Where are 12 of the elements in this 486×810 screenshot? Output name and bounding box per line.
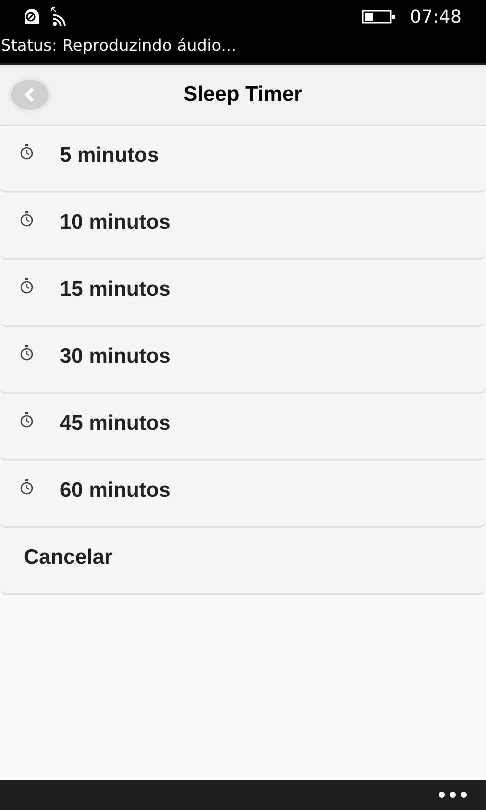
battery-icon xyxy=(362,10,396,24)
stopwatch-icon xyxy=(20,344,34,360)
status-text: Status: Reproduzindo áudio... xyxy=(0,35,238,57)
clock-time: 07:48 xyxy=(410,6,462,28)
stopwatch-icon xyxy=(20,144,34,160)
more-icon[interactable] xyxy=(438,791,468,799)
stopwatch-icon xyxy=(20,210,34,226)
chevron-left-icon xyxy=(23,87,37,103)
stopwatch-icon xyxy=(20,412,34,428)
page-title: Sleep Timer xyxy=(184,83,302,107)
stopwatch-icon xyxy=(20,478,34,494)
stopwatch-icon xyxy=(20,278,34,294)
